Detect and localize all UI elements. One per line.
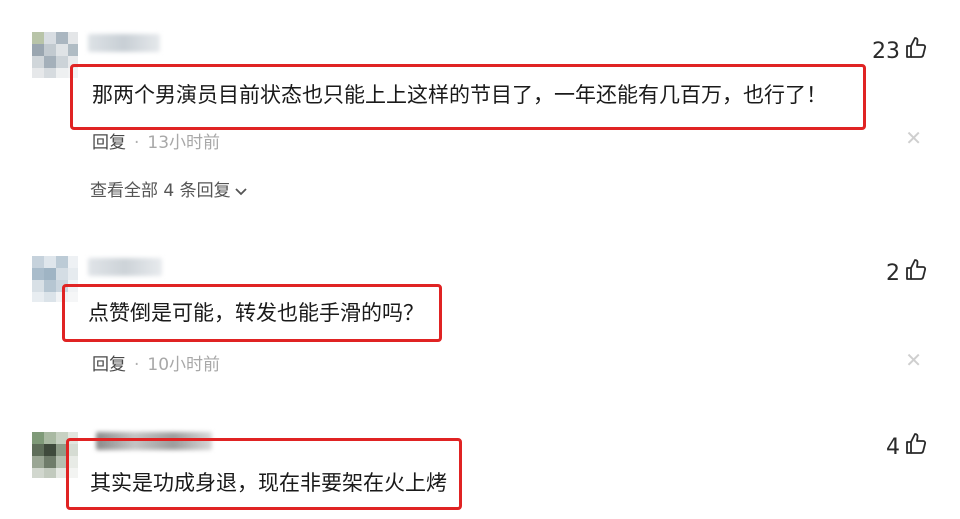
reply-button[interactable]: 回复	[92, 133, 126, 153]
like-count: 2	[886, 260, 900, 286]
like-button[interactable]: 23	[872, 36, 928, 66]
comment-meta: 回复 · 13小时前	[92, 128, 220, 153]
comment-text: 那两个男演员目前状态也只能上上这样的节目了，一年还能有几百万，也行了！	[92, 83, 827, 107]
timestamp: 10小时前	[147, 355, 221, 375]
username-redacted[interactable]	[88, 34, 160, 52]
view-all-replies-label: 查看全部 4 条回复	[90, 181, 231, 201]
view-all-replies-button[interactable]: 查看全部 4 条回复	[90, 176, 247, 201]
comment-text: 点赞倒是可能，转发也能手滑的吗？	[88, 301, 424, 325]
like-button[interactable]: 2	[886, 258, 928, 288]
timestamp: 13小时前	[147, 133, 221, 153]
separator-dot: ·	[134, 133, 140, 153]
thumbs-up-icon	[904, 432, 928, 462]
like-count: 23	[872, 38, 900, 64]
reply-button[interactable]: 回复	[92, 355, 126, 375]
thumbs-up-icon	[904, 258, 928, 288]
like-button[interactable]: 4	[886, 432, 928, 462]
comment-text: 其实是功成身退，现在非要架在火上烤	[90, 471, 447, 495]
close-icon[interactable]: ✕	[905, 126, 922, 150]
chevron-down-icon	[234, 181, 247, 201]
close-icon[interactable]: ✕	[905, 348, 922, 372]
thumbs-up-icon	[904, 36, 928, 66]
comment-list: 那两个男演员目前状态也只能上上这样的节目了，一年还能有几百万，也行了！ 23 回…	[0, 0, 960, 519]
like-count: 4	[886, 434, 900, 460]
username-redacted[interactable]	[88, 258, 162, 276]
comment-meta: 回复 · 10小时前	[92, 350, 220, 375]
separator-dot: ·	[134, 355, 140, 375]
